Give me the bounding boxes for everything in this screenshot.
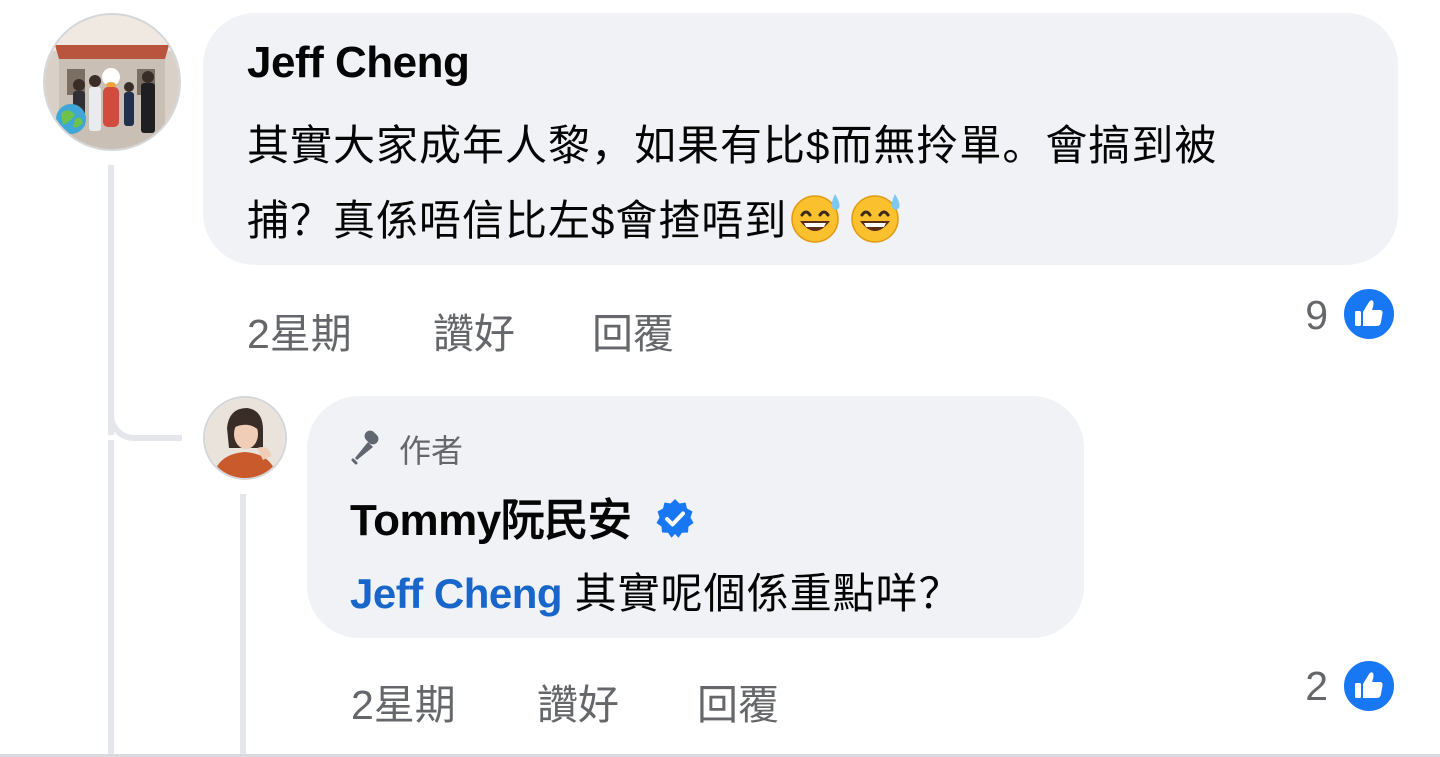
reply-author-name-text[interactable]: Tommy阮民安 — [350, 496, 632, 545]
mention-link-jeff-cheng[interactable]: Jeff Cheng — [350, 570, 563, 617]
reply-like-button[interactable]: 讚好 — [537, 671, 619, 731]
comment-timestamp: 2星期 — [247, 311, 352, 357]
thread-line-reply — [240, 494, 246, 757]
comment-text-line-1: 其實大家成年人黎，如果有比$而無拎單。會搞到被 — [247, 122, 1218, 169]
reply-reply-button[interactable]: 回覆 — [697, 671, 779, 731]
avatar-tommy[interactable] — [203, 396, 287, 480]
thumbs-up-icon[interactable] — [1341, 286, 1397, 342]
comment-thread: Jeff Cheng 其實大家成年人黎，如果有比$而無拎單。會搞到被 捕？真係唔… — [0, 0, 1440, 757]
comment-text-line-2: 捕？真係唔信比左$會揸唔到 — [247, 187, 907, 253]
avatar-jeff-cheng[interactable] — [43, 13, 181, 151]
author-badge-label: 作者 — [399, 433, 464, 469]
reply-author-name[interactable]: Tommy阮民安 — [350, 484, 697, 552]
author-badge: 作者 — [349, 426, 463, 474]
reply-timestamp: 2星期 — [351, 682, 456, 728]
comment-text-line-2-text: 捕？真係唔信比左$會揸唔到 — [247, 197, 788, 244]
reply-text-body: 其實呢個係重點咩？ — [562, 570, 962, 617]
comment-author-name[interactable]: Jeff Cheng — [247, 38, 470, 88]
sweat-smile-emoji-icon — [787, 191, 845, 253]
comment-like-count[interactable]: 9 — [1270, 292, 1328, 339]
microphone-icon — [349, 430, 385, 474]
reply-connector — [108, 395, 182, 441]
comment-like-button[interactable]: 讚好 — [433, 300, 515, 360]
thread-line-main-lower — [108, 440, 114, 757]
comment-reply-button[interactable]: 回覆 — [592, 300, 674, 360]
thumbs-up-icon[interactable] — [1341, 658, 1397, 714]
reply-like-count[interactable]: 2 — [1270, 663, 1328, 710]
verified-badge-icon — [653, 497, 697, 552]
reply-text: Jeff Cheng 其實呢個係重點咩？ — [350, 560, 962, 621]
sweat-smile-emoji-icon — [847, 191, 905, 253]
